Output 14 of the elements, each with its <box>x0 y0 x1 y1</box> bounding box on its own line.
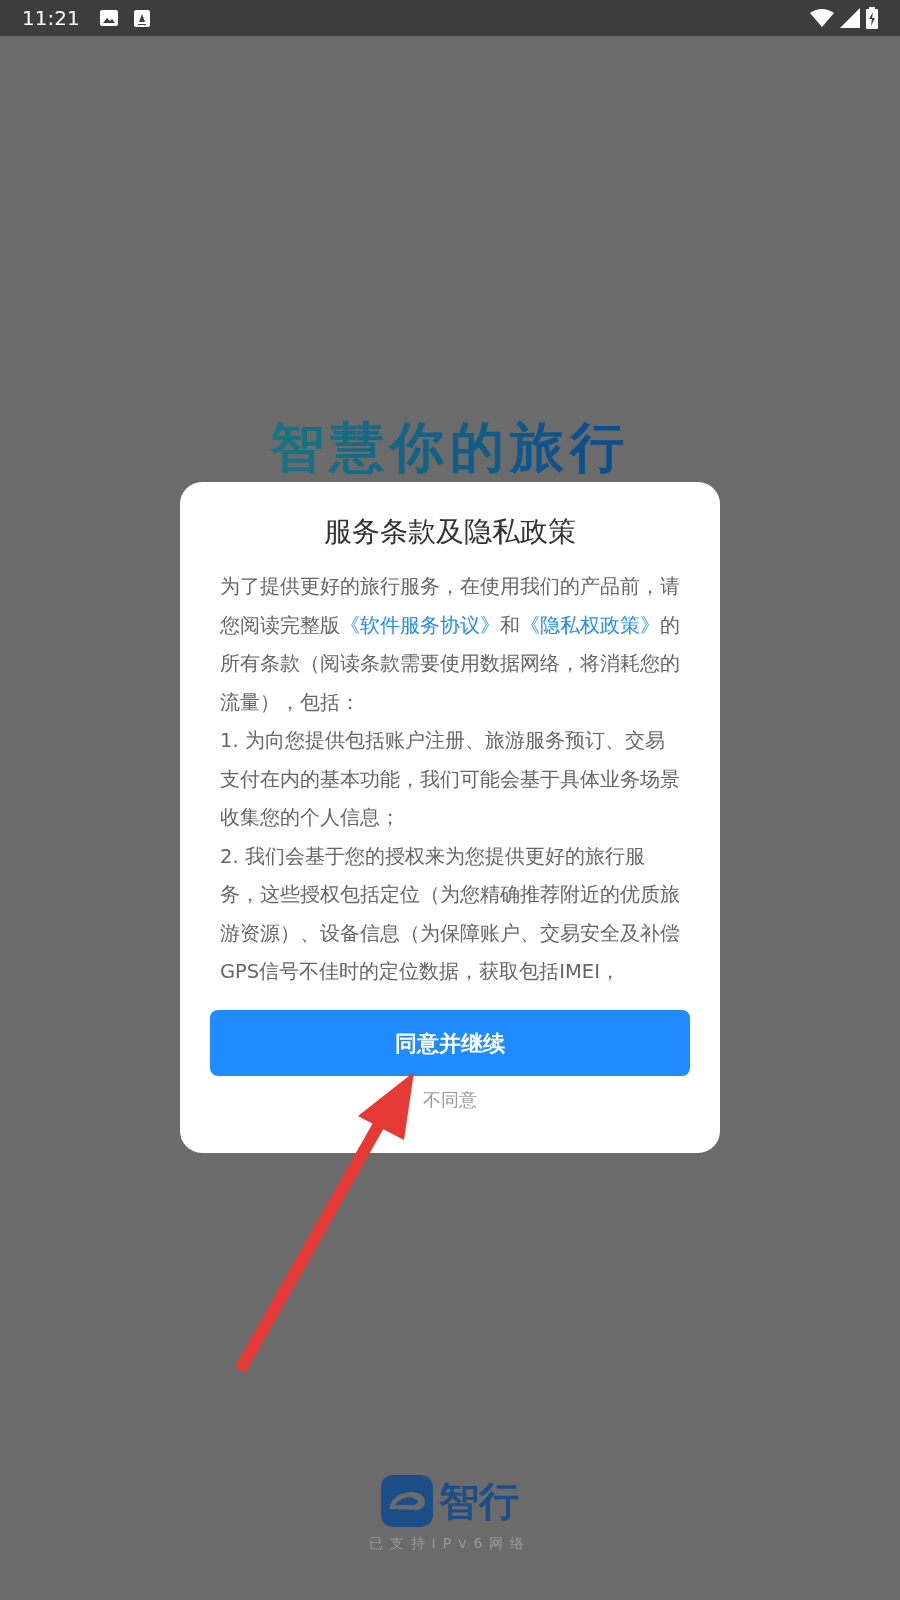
agree-button[interactable]: 同意并继续 <box>210 1010 690 1076</box>
terms-paragraph: 为了提供更好的旅行服务，在使用我们的产品前，请您阅读完整版《软件服务协议》和《隐私权政策》的所有条款（阅读条款需要使用数据网络，将消耗您的流量），包括： <box>220 574 680 716</box>
policy-link[interactable]: 《软件服务协议》 <box>340 613 500 637</box>
disagree-link[interactable]: 不同意 <box>423 1086 477 1113</box>
status-time: 11:21 <box>22 5 80 32</box>
terms-paragraph: 1. 为向您提供包括账户注册、旅游服务预订、交易支付在内的基本功能，我们可能会基于具体业务场景收集您的个人信息； <box>220 728 680 831</box>
battery-icon <box>866 7 878 29</box>
wifi-icon <box>810 9 834 27</box>
signal-icon <box>840 8 860 28</box>
logo-text: 智行 <box>439 1477 519 1525</box>
dialog-title: 服务条款及隐私政策 <box>324 514 576 550</box>
terms-paragraph: 2. 我们会基于您的授权来为您提供更好的旅行服务，这些授权包括定位（为您精确推荐附近的优质旅游资源）、设备信息（为保障账户、交易安全及补偿GPS信号不佳时的定位数据，获取包括IMEI， <box>220 843 680 985</box>
image-icon <box>99 10 118 26</box>
policy-link[interactable]: 《隐私权政策》 <box>520 613 660 637</box>
